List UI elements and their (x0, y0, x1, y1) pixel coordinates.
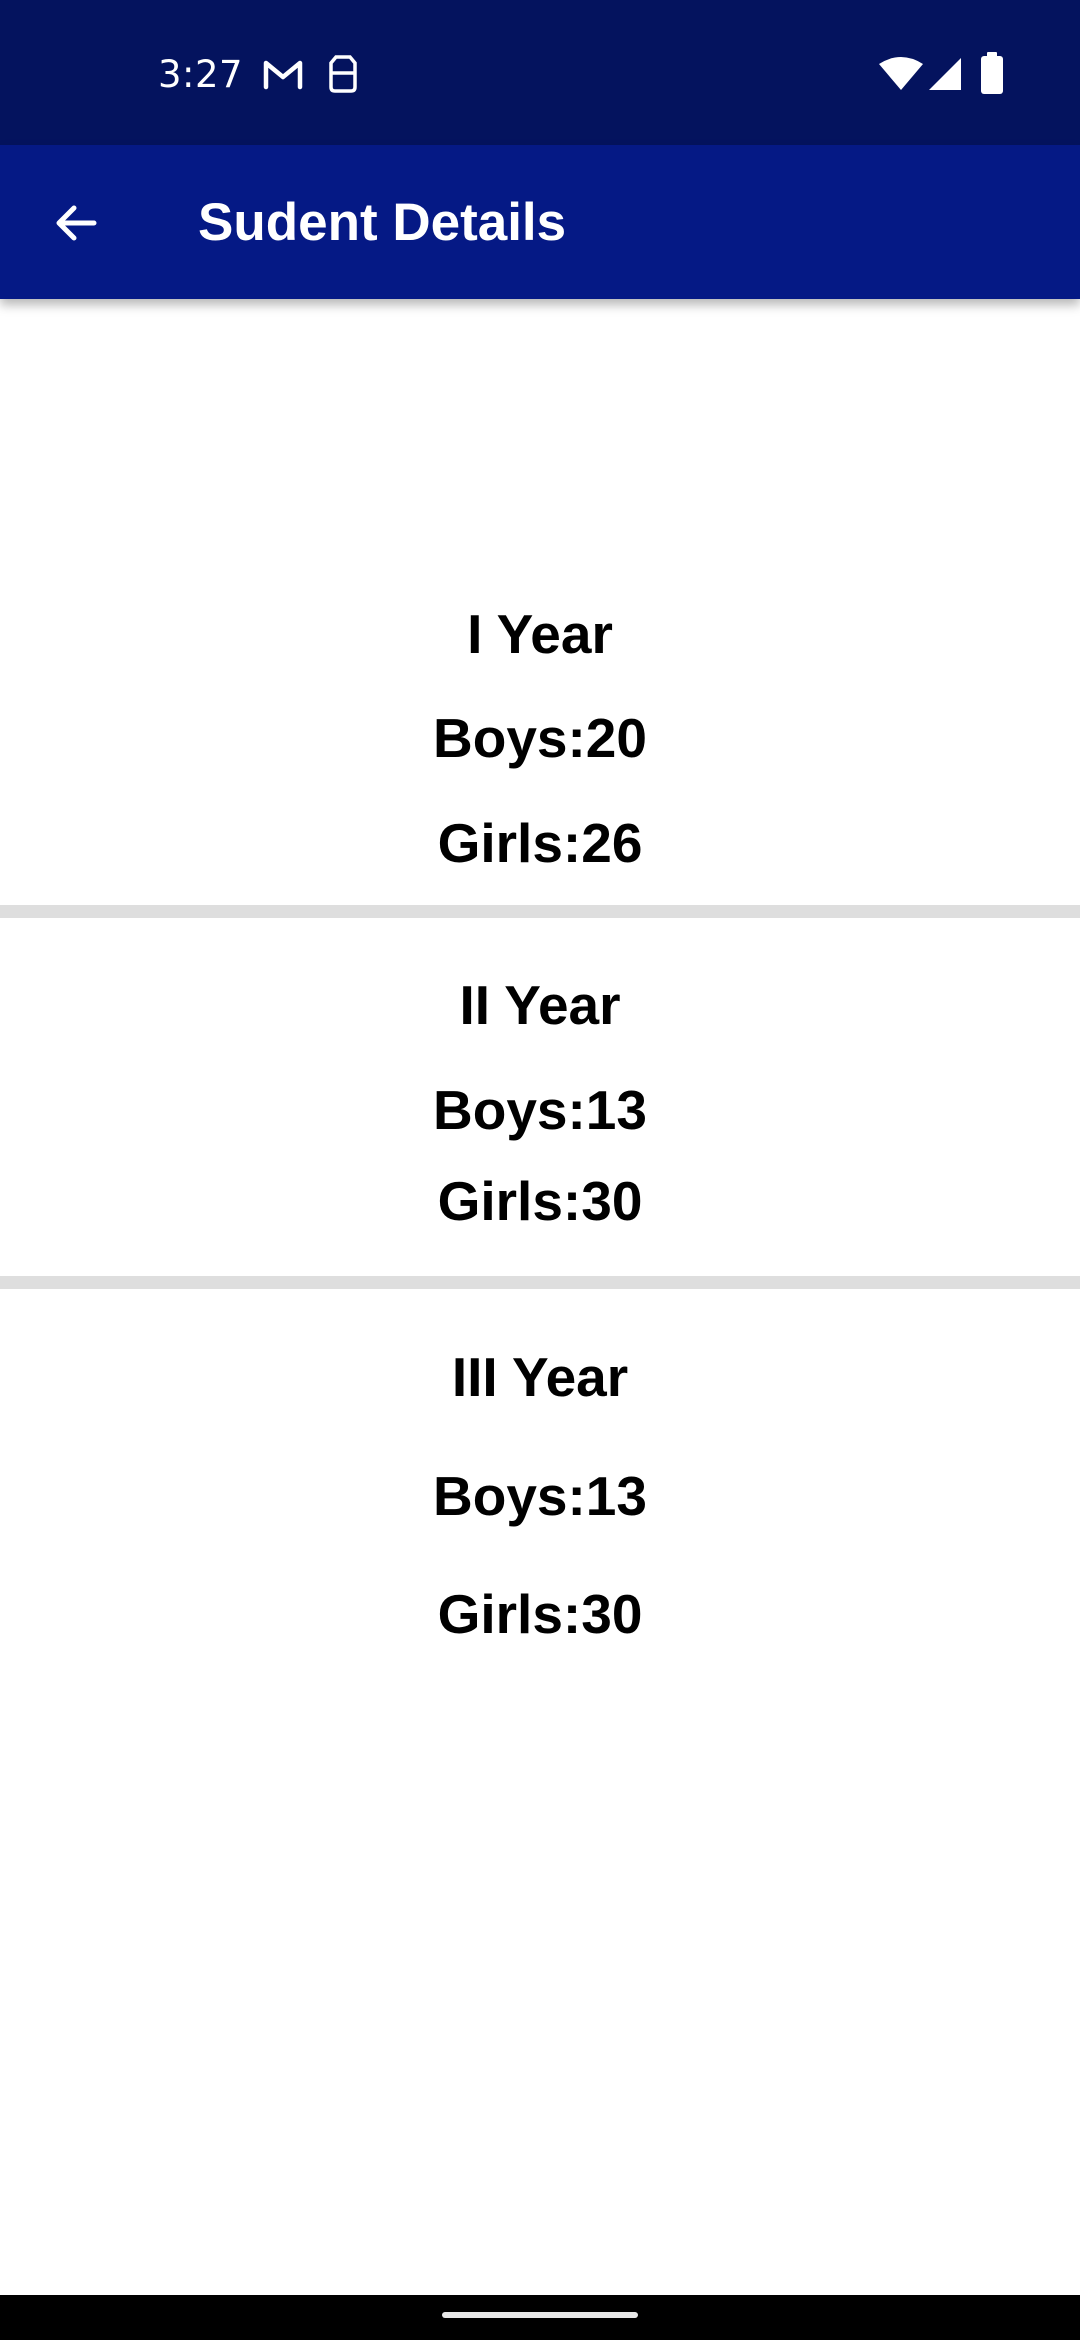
gmail-icon (263, 60, 303, 90)
divider (0, 905, 1080, 918)
battery-icon (981, 52, 1003, 94)
navigation-bar (0, 2295, 1080, 2340)
year-title: I Year (467, 603, 613, 665)
home-indicator[interactable] (442, 2312, 638, 2318)
status-bar: 3:27 (0, 0, 1080, 145)
year-title: III Year (451, 1346, 629, 1408)
sim-card-icon (329, 55, 357, 93)
year-section-2: II Year Boys:13 Girls:30 (0, 918, 1080, 1270)
wifi-icon (879, 57, 923, 90)
boys-count: Boys:20 (433, 707, 647, 769)
year-section-1: I Year Boys:20 Girls:26 (0, 299, 1080, 905)
year-section-3: III Year Boys:13 Girls:30 (0, 1289, 1080, 1789)
girls-count: Girls:30 (437, 1583, 643, 1645)
back-button[interactable] (36, 183, 116, 263)
arrow-back-icon (56, 205, 97, 241)
boys-count: Boys:13 (433, 1465, 647, 1527)
page-title: Sudent Details (198, 193, 567, 252)
divider (0, 1276, 1080, 1289)
app-bar: Sudent Details (0, 145, 1080, 299)
girls-count: Girls:30 (437, 1170, 643, 1232)
cell-signal-icon (929, 58, 961, 90)
boys-count: Boys:13 (433, 1079, 647, 1141)
year-title: II Year (459, 974, 621, 1036)
girls-count: Girls:26 (437, 812, 643, 874)
status-time: 3:27 (158, 53, 244, 96)
